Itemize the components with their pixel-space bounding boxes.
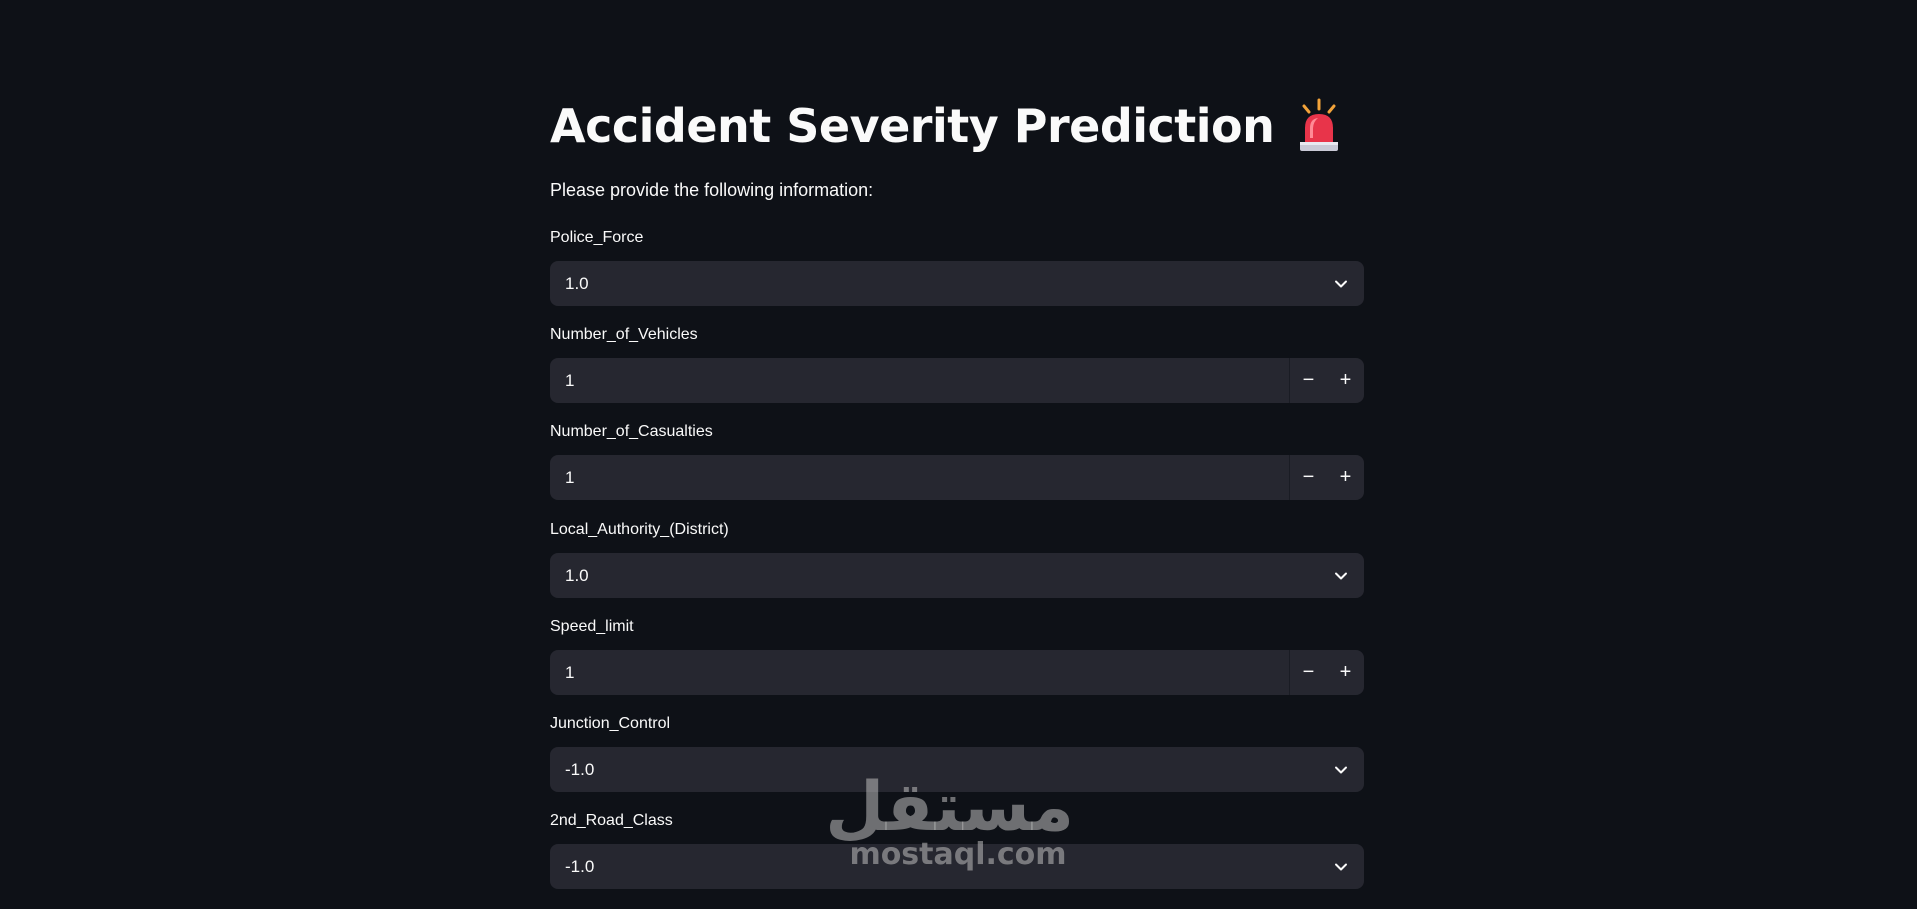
page-title: Accident Severity Prediction <box>550 99 1275 153</box>
select-value: 1.0 <box>565 565 589 585</box>
title-row: Accident Severity Prediction <box>550 96 1342 156</box>
chevron-down-icon <box>1318 553 1364 598</box>
field-label: Local_Authority_(District) <box>550 521 729 538</box>
select-value: -1.0 <box>565 856 595 876</box>
field-label: Junction_Control <box>550 715 671 732</box>
quantity-stepper: − + <box>1289 455 1364 500</box>
number-of-casualties-input-wrapper: 1 − + <box>550 455 1364 500</box>
field-junction-control: Junction_Control -1.0 <box>550 713 1364 792</box>
decrement-button[interactable]: − <box>1290 358 1327 403</box>
chevron-down-icon <box>1318 747 1364 792</box>
select-value: 1.0 <box>565 273 589 293</box>
field-speed-limit: Speed_limit 1 − + <box>550 616 1364 695</box>
local-authority-select[interactable]: 1.0 <box>550 553 1364 598</box>
increment-button[interactable]: + <box>1327 650 1364 695</box>
police-siren-icon <box>1296 98 1342 154</box>
quantity-stepper: − + <box>1289 358 1364 403</box>
increment-button[interactable]: + <box>1327 455 1364 500</box>
2nd-road-class-select[interactable]: -1.0 <box>550 844 1364 889</box>
decrement-button[interactable]: − <box>1290 455 1327 500</box>
field-label: 2nd_Road_Class <box>550 812 673 829</box>
chevron-down-icon <box>1318 844 1364 889</box>
field-label: Number_of_Casualties <box>550 423 713 440</box>
field-label: Number_of_Vehicles <box>550 326 698 343</box>
select-value: -1.0 <box>565 759 595 779</box>
police-force-select[interactable]: 1.0 <box>550 261 1364 306</box>
number-of-casualties-input[interactable]: 1 <box>550 468 1289 488</box>
field-number-of-vehicles: Number_of_Vehicles 1 − + <box>550 324 1364 403</box>
field-2nd-road-class: 2nd_Road_Class -1.0 <box>550 810 1364 889</box>
speed-limit-input-wrapper: 1 − + <box>550 650 1364 695</box>
field-local-authority-district: Local_Authority_(District) 1.0 <box>550 519 1364 598</box>
field-number-of-casualties: Number_of_Casualties 1 − + <box>550 421 1364 500</box>
increment-button[interactable]: + <box>1327 358 1364 403</box>
speed-limit-input[interactable]: 1 <box>550 663 1289 683</box>
app-page: Accident Severity Prediction Please prov… <box>0 0 1917 909</box>
decrement-button[interactable]: − <box>1290 650 1327 695</box>
chevron-down-icon <box>1318 261 1364 306</box>
field-label: Speed_limit <box>550 618 634 635</box>
junction-control-select[interactable]: -1.0 <box>550 747 1364 792</box>
intro-text: Please provide the following information… <box>550 180 874 200</box>
field-police-force: Police_Force 1.0 <box>550 227 1364 306</box>
quantity-stepper: − + <box>1289 650 1364 695</box>
field-label: Police_Force <box>550 229 644 246</box>
number-of-vehicles-input[interactable]: 1 <box>550 371 1289 391</box>
number-of-vehicles-input-wrapper: 1 − + <box>550 358 1364 403</box>
